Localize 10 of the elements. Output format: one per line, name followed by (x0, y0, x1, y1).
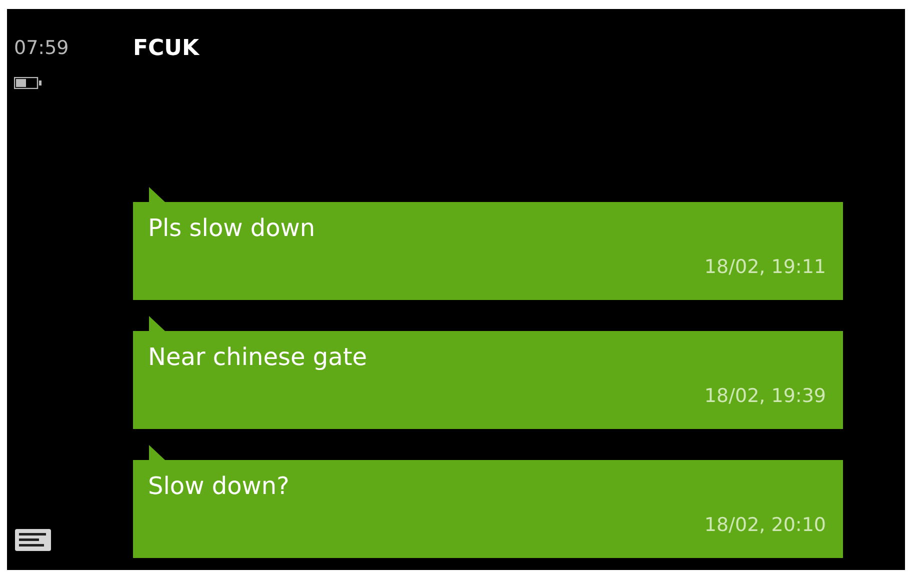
message-timestamp: 18/02, 19:39 (704, 385, 826, 407)
status-time: 07:59 (14, 37, 69, 59)
message-timestamp: 18/02, 19:11 (704, 256, 826, 278)
message-text: Pls slow down (148, 214, 316, 242)
message-text: Slow down? (148, 472, 290, 500)
message-timestamp: 18/02, 20:10 (704, 514, 826, 536)
battery-icon (14, 77, 42, 89)
message-text: Near chinese gate (148, 343, 367, 371)
conversation-title: FCUK (133, 36, 200, 61)
message-icon[interactable] (15, 529, 51, 551)
